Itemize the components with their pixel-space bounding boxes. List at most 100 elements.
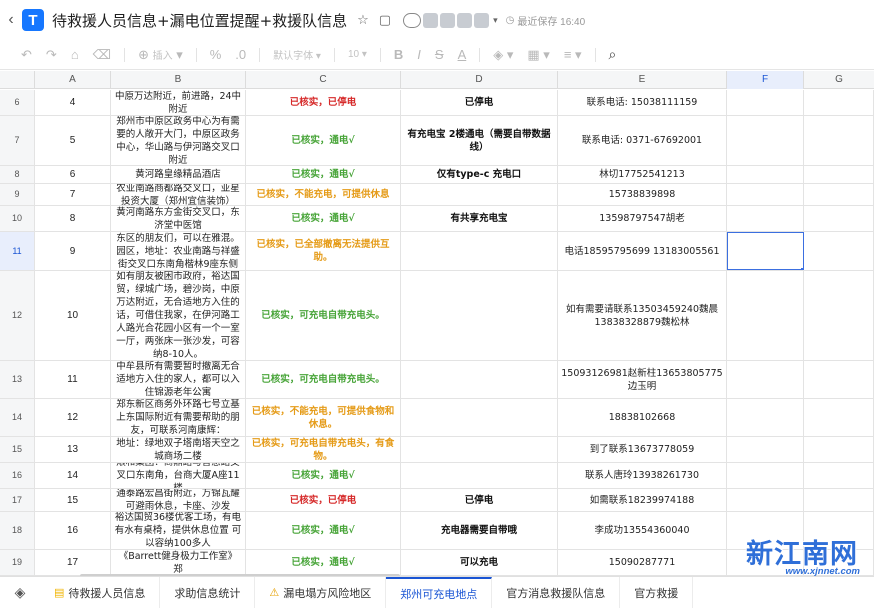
format-painter-icon[interactable]: ⌂: [64, 47, 86, 62]
cell-empty[interactable]: [727, 232, 804, 270]
row-header[interactable]: 14: [0, 399, 35, 436]
sheet-tab[interactable]: 郑州可充电地点: [386, 577, 493, 608]
cell-address[interactable]: 《Barrett健身极力工作室》郑: [111, 550, 246, 575]
row-header[interactable]: 11: [0, 232, 35, 270]
select-all-corner[interactable]: [0, 71, 35, 89]
cell-address[interactable]: 通泰路宏昌街附近，万锦瓦耀可避雨休息，卡座、沙发: [111, 489, 246, 511]
sheet-tab[interactable]: 官方消息救援队信息: [492, 577, 621, 608]
cell-index[interactable]: 10: [35, 271, 111, 360]
cell-empty[interactable]: [804, 90, 874, 115]
cell-verification-status[interactable]: 已核实，已停电: [246, 90, 401, 115]
cell-empty[interactable]: [727, 90, 804, 115]
cell-index[interactable]: 17: [35, 550, 111, 575]
sheet-tab[interactable]: 官方救援: [620, 577, 694, 608]
cell-verification-status[interactable]: 已核实，可充电自带充电头。: [246, 361, 401, 398]
column-header[interactable]: A: [35, 71, 111, 89]
cell-empty[interactable]: [804, 512, 874, 549]
cell-address[interactable]: 郑州市中原区政务中心为有需要的人敞开大门，中原区政务中心，华山路与伊河路交叉口附…: [111, 116, 246, 165]
sheet-tab[interactable]: ▤ 待救援人员信息: [40, 577, 161, 608]
cell-verification-status[interactable]: 已核实，通电√: [246, 512, 401, 549]
insert-button[interactable]: ⊕ 插入 ▾: [131, 47, 190, 63]
chevron-down-icon[interactable]: ▾: [493, 15, 498, 26]
cell-contact[interactable]: 如有需要请联系13503459240魏晨 13838328879魏松林: [558, 271, 727, 360]
cell-charging-note[interactable]: 可以充电: [401, 550, 558, 575]
cell-empty[interactable]: [727, 399, 804, 436]
cell-verification-status[interactable]: 已核实，通电√: [246, 550, 401, 575]
column-header[interactable]: F: [727, 71, 804, 89]
cell-address[interactable]: 中原万达附近，前进路，24中附近: [111, 90, 246, 115]
cell-verification-status[interactable]: 已核实，通电√: [246, 463, 401, 488]
cell-charging-note[interactable]: [401, 184, 558, 205]
cell-charging-note[interactable]: 已停电: [401, 489, 558, 511]
cell-contact[interactable]: 13598797547胡老: [558, 206, 727, 231]
cell-empty[interactable]: [804, 232, 874, 270]
cell-empty[interactable]: [727, 184, 804, 205]
back-chevron-icon[interactable]: ‹: [0, 11, 22, 29]
cell-contact[interactable]: 联系人唐玲13938261730: [558, 463, 727, 488]
cell-empty[interactable]: [727, 116, 804, 165]
row-header[interactable]: 19: [0, 550, 35, 575]
cell-empty[interactable]: [727, 550, 804, 575]
cell-verification-status[interactable]: 已核实，通电√: [246, 166, 401, 183]
cell-verification-status[interactable]: 已核实，已停电: [246, 489, 401, 511]
cell-empty[interactable]: [727, 437, 804, 462]
cell-charging-note[interactable]: 仅有type-c 充电口: [401, 166, 558, 183]
cell-contact[interactable]: 联系电话: 15038111159: [558, 90, 727, 115]
cell-charging-note[interactable]: 有共享充电宝: [401, 206, 558, 231]
row-header[interactable]: 17: [0, 489, 35, 511]
cell-empty[interactable]: [804, 361, 874, 398]
column-header[interactable]: D: [401, 71, 558, 89]
cell-contact[interactable]: 15093126981赵新柱13653805775边玉明: [558, 361, 727, 398]
sheet-tab[interactable]: 求助信息统计: [160, 577, 256, 608]
cell-contact[interactable]: 15090287771: [558, 550, 727, 575]
cell-empty[interactable]: [727, 166, 804, 183]
cell-address[interactable]: 中牟县所有需要暂时撤离无合适地方入住的家人，都可以入住锦源老年公寓: [111, 361, 246, 398]
clear-format-icon[interactable]: ⌫: [86, 47, 118, 63]
cell-contact[interactable]: 如需联系18239974188: [558, 489, 727, 511]
document-info-icon[interactable]: ▢: [379, 12, 391, 28]
cell-charging-note[interactable]: [401, 399, 558, 436]
cell-address[interactable]: 郑东新区商务外环路七号立基上东国际附近有需要帮助的朋友，可联系河南康辉：: [111, 399, 246, 436]
column-header[interactable]: C: [246, 71, 401, 89]
cell-index[interactable]: 11: [35, 361, 111, 398]
cell-index[interactable]: 6: [35, 166, 111, 183]
text-color-icon[interactable]: A: [451, 47, 474, 62]
cell-contact[interactable]: 李成功13554360040: [558, 512, 727, 549]
cell-address[interactable]: 黄河南路东方金街交叉口，东济堂中医馆: [111, 206, 246, 231]
cell-empty[interactable]: [727, 512, 804, 549]
cell-empty[interactable]: [804, 550, 874, 575]
cell-charging-note[interactable]: [401, 463, 558, 488]
cell-verification-status[interactable]: 已核实，不能充电，可提供休息: [246, 184, 401, 205]
cell-contact[interactable]: 电话18595795699 13183005561: [558, 232, 727, 270]
align-icon[interactable]: ≡ ▾: [557, 47, 589, 63]
border-icon[interactable]: ▦ ▾: [520, 47, 556, 63]
cell-empty[interactable]: [804, 116, 874, 165]
cell-verification-status[interactable]: 已核实，通电√: [246, 116, 401, 165]
cell-charging-note[interactable]: 充电器需要自带哦: [401, 512, 558, 549]
font-family-select[interactable]: 默认字体 ▾: [266, 47, 328, 62]
cell-empty[interactable]: [727, 463, 804, 488]
row-header[interactable]: 6: [0, 90, 35, 115]
cell-verification-status[interactable]: 已核实，通电√: [246, 206, 401, 231]
cell-verification-status[interactable]: 已核实，可充电自带充电头，有食物。: [246, 437, 401, 462]
cell-index[interactable]: 8: [35, 206, 111, 231]
cell-charging-note[interactable]: [401, 437, 558, 462]
cell-empty[interactable]: [804, 463, 874, 488]
cell-empty[interactable]: [804, 206, 874, 231]
italic-icon[interactable]: I: [410, 47, 428, 62]
decimal-icon[interactable]: .0: [228, 47, 253, 62]
fill-color-icon[interactable]: ◈ ▾: [486, 47, 520, 63]
row-header[interactable]: 13: [0, 361, 35, 398]
row-header[interactable]: 16: [0, 463, 35, 488]
column-header[interactable]: B: [111, 71, 246, 89]
layers-icon[interactable]: ◈: [0, 577, 40, 608]
column-header[interactable]: E: [558, 71, 727, 89]
collaborator-avatars[interactable]: [403, 12, 490, 28]
cell-address[interactable]: 煨和集团：商鼎路与普惠路交叉口东南角，台商大厦A座11楼: [111, 463, 246, 488]
redo-icon[interactable]: ↷: [39, 47, 64, 63]
cell-index[interactable]: 5: [35, 116, 111, 165]
cell-empty[interactable]: [727, 271, 804, 360]
cell-empty[interactable]: [727, 489, 804, 511]
cell-index[interactable]: 4: [35, 90, 111, 115]
cell-contact[interactable]: 18838102668: [558, 399, 727, 436]
